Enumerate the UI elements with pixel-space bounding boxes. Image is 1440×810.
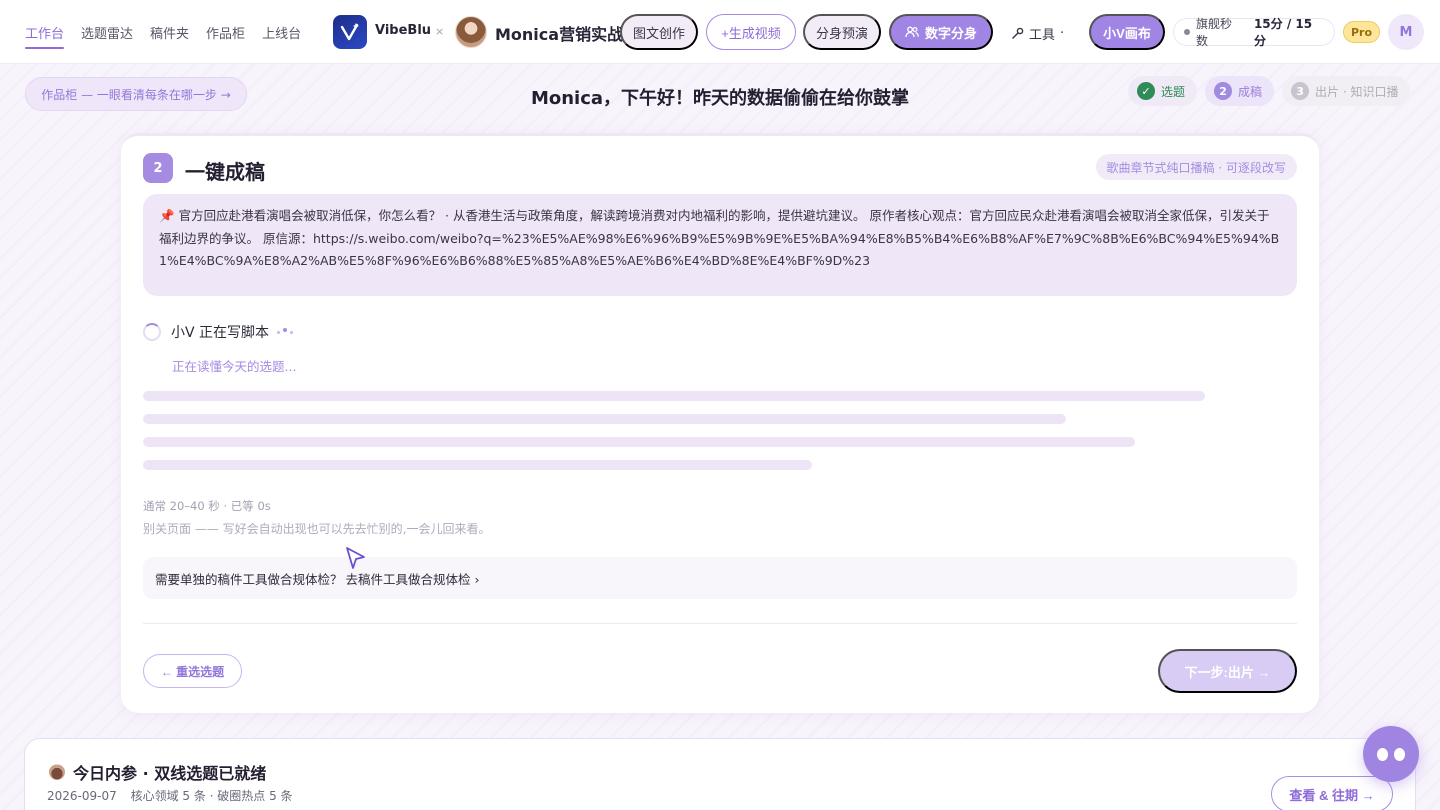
skeleton-line xyxy=(143,460,812,470)
skeleton-line xyxy=(143,414,1066,424)
digest-meta: 2026-09-07 核心领域 5 条 · 破圈热点 5 条 xyxy=(47,787,303,804)
pro-badge[interactable]: Pro xyxy=(1343,21,1380,43)
step-produce[interactable]: 3 出片 · 知识口播 xyxy=(1282,76,1411,106)
user-avatar[interactable]: M xyxy=(1388,14,1424,50)
generate-video-button[interactable]: +生成视频 xyxy=(706,14,796,50)
brand-logo-icon[interactable] xyxy=(333,15,367,49)
next-step-button[interactable]: 下一步:出片 → xyxy=(1158,649,1297,693)
reselect-topic-button[interactable]: ← 重选选题 xyxy=(143,654,242,688)
graphic-create-button[interactable]: 图文创作 xyxy=(620,14,698,50)
users-icon xyxy=(905,26,919,38)
studio-name: Monica营销实战 xyxy=(495,25,624,44)
main-nav: 工作台 选题雷达 稿件夹 作品柜 上线台 xyxy=(25,0,301,64)
writing-status-row: 小V 正在写脚本 xyxy=(143,322,294,342)
brand-separator: × xyxy=(435,25,445,38)
step-number: 3 xyxy=(1291,82,1310,100)
status-dot-icon xyxy=(1184,29,1190,35)
studio-avatar xyxy=(455,16,487,48)
step-number: 2 xyxy=(1214,82,1233,100)
leave-page-hint: 别关页面 —— 写好会自动出现也可以先去忙别的,一会儿回来看。 xyxy=(143,522,491,536)
digest-title: 今日内参 · 双线选题已就绪 xyxy=(73,764,267,783)
draft-mode-chip[interactable]: 歌曲章节式纯口播稿 · 可逐段改写 xyxy=(1095,154,1297,180)
quota-indicator: 旗舰秒数 15分 / 15分 xyxy=(1173,17,1335,48)
card-step-badge: 2 xyxy=(143,153,173,183)
top-navigation-bar: 工作台 选题雷达 稿件夹 作品柜 上线台 VibeBlu × Monica营销实… xyxy=(0,0,1440,64)
nav-link-publish[interactable]: 上线台 xyxy=(262,19,301,46)
view-history-button[interactable]: 查看 & 往期 → xyxy=(1271,776,1393,810)
digital-twin-button[interactable]: 数字分身 xyxy=(889,14,993,50)
assistant-bot-icon[interactable] xyxy=(1363,726,1419,782)
tools-suffix: · xyxy=(1060,26,1065,41)
digest-title-row: 今日内参 · 双线选题已就绪 xyxy=(49,760,266,784)
step-draft[interactable]: 2 成稿 xyxy=(1205,76,1275,106)
nav-link-drafts[interactable]: 稿件夹 xyxy=(150,19,189,46)
topic-summary: 📌 官方回应赴港看演唱会被取消低保，你怎么看？ · 从香港生活与政策角度，解读跨境… xyxy=(143,194,1297,296)
writing-status: 小V 正在写脚本 xyxy=(171,325,270,341)
skeleton-line xyxy=(143,437,1135,447)
wait-time-meta: 通常 20–40 秒 · 已等 0s xyxy=(143,499,271,513)
card-title: 一键成稿 xyxy=(185,160,265,184)
nav-link-topic-radar[interactable]: 选题雷达 xyxy=(81,19,133,46)
wrench-icon xyxy=(1012,27,1024,39)
tools-menu[interactable]: 工具 · xyxy=(1011,24,1064,43)
quota-value: 15分 / 15分 xyxy=(1253,17,1313,48)
typing-dots-icon xyxy=(277,328,294,334)
coffee-icon xyxy=(49,764,65,780)
step-label: 出片 · 知识口播 xyxy=(1315,84,1399,99)
pin-icon: 📌 xyxy=(159,208,175,223)
avatar-preview-button[interactable]: 分身预演 xyxy=(803,14,881,50)
compliance-question: 需要单独的稿件工具做合规体检？ xyxy=(155,571,343,587)
step-topic[interactable]: ✓ 选题 xyxy=(1128,76,1198,106)
reading-status: 正在读懂今天的选题... xyxy=(172,359,297,374)
nav-link-workbench[interactable]: 工作台 xyxy=(25,19,65,49)
draft-card: 2 一键成稿 歌曲章节式纯口播稿 · 可逐段改写 📌 官方回应赴港看演唱会被取消低… xyxy=(121,133,1319,713)
nav-link-portfolio[interactable]: 作品柜 xyxy=(206,19,245,46)
topic-text: 官方回应赴港看演唱会被取消低保，你怎么看？ · 从香港生活与政策角度，解读跨境消… xyxy=(159,208,1280,268)
digest-date: 2026-09-07 xyxy=(47,789,117,803)
skeleton-line xyxy=(143,391,1205,401)
daily-digest-card: 今日内参 · 双线选题已就绪 2026-09-07 核心领域 5 条 · 破圈热… xyxy=(24,738,1416,810)
compliance-check-bar: 需要单独的稿件工具做合规体检？ 去稿件工具做合规体检 › xyxy=(143,557,1297,599)
check-icon: ✓ xyxy=(1137,82,1155,100)
mouse-cursor-icon xyxy=(346,547,365,569)
loading-spinner-icon xyxy=(143,323,161,341)
step-label: 成稿 xyxy=(1238,84,1263,99)
canvas-button[interactable]: 小V画布 xyxy=(1089,14,1165,50)
digest-summary: 核心领域 5 条 · 破圈热点 5 条 xyxy=(130,789,293,803)
quota-label: 旗舰秒数 xyxy=(1196,17,1233,48)
step-label: 选题 xyxy=(1161,84,1186,99)
digital-twin-label: 数字分身 xyxy=(924,25,977,41)
brand-name: VibeBlu xyxy=(375,23,432,38)
progress-steps: ✓ 选题 2 成稿 3 出片 · 知识口播 xyxy=(1128,76,1411,106)
divider xyxy=(143,623,1297,624)
tools-label: 工具 xyxy=(1029,28,1056,43)
